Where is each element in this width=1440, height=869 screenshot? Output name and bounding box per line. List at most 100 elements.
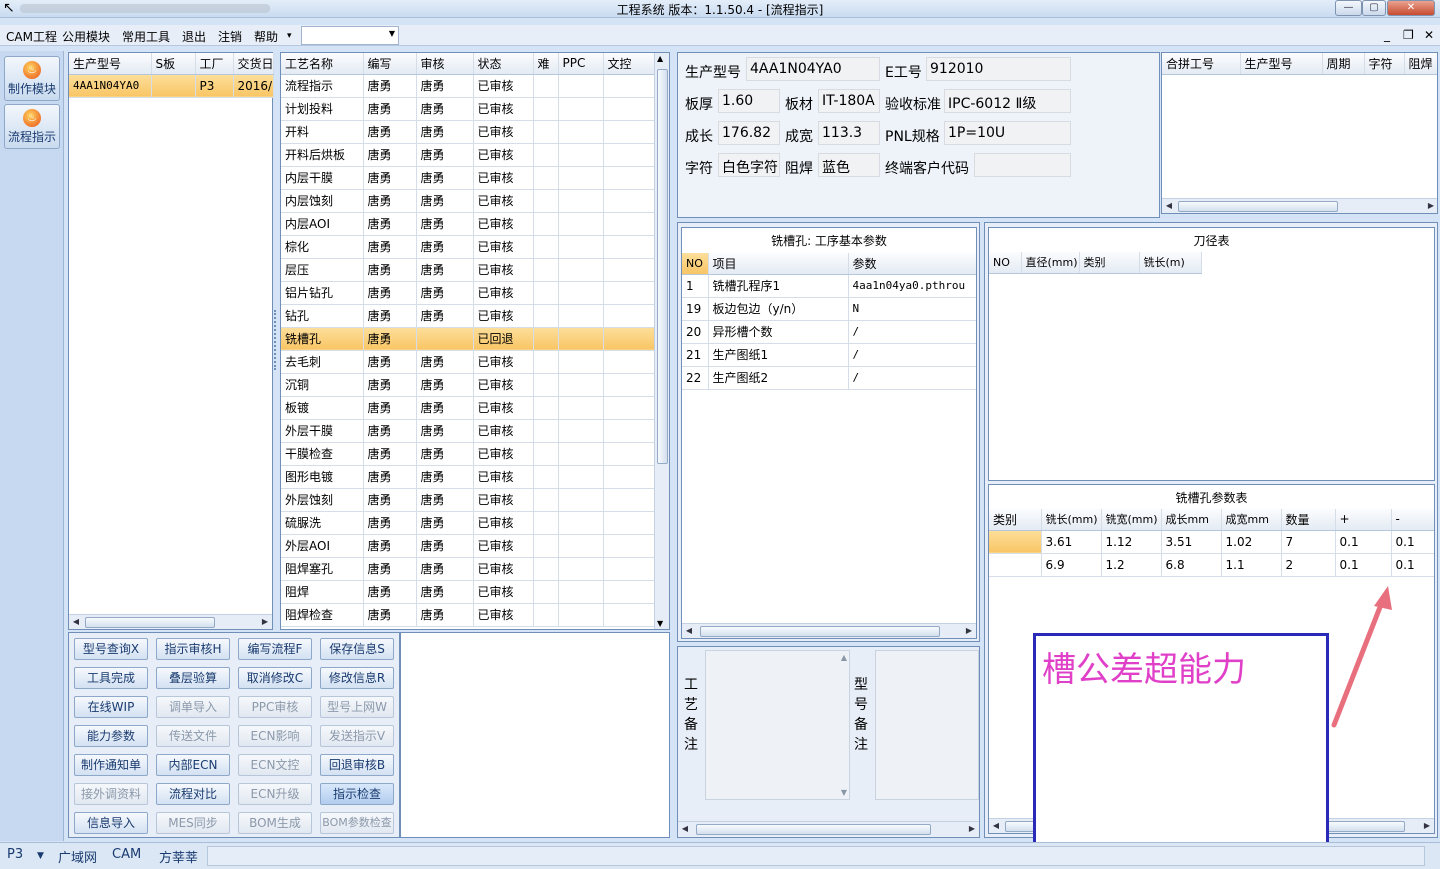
col-header[interactable]: S板 xyxy=(151,53,196,75)
col-header[interactable]: 类别 xyxy=(1079,252,1140,274)
nav-make-module[interactable]: ♨ 制作模块 xyxy=(4,56,60,101)
action-button[interactable]: 型号上网W xyxy=(320,696,394,718)
table-row[interactable]: 硫脲洗 唐勇 唐勇 已审核 xyxy=(281,511,655,535)
table-row[interactable]: 内层干膜 唐勇 唐勇 已审核 xyxy=(281,166,655,190)
scroll-thumb[interactable] xyxy=(1178,201,1338,212)
col-header[interactable]: 类别 xyxy=(989,509,1042,531)
action-button[interactable]: 调单导入 xyxy=(156,696,230,718)
table-row[interactable]: 22 生产图纸2/ xyxy=(682,366,976,390)
action-button[interactable]: 制作通知单 xyxy=(74,754,148,776)
arrow-down-icon[interactable]: ▼ xyxy=(841,788,847,797)
wid-field[interactable]: 113.3 xyxy=(818,121,880,145)
arrow-left-icon[interactable]: ◀ xyxy=(682,624,696,638)
table-row[interactable]: 外层干膜 唐勇 唐勇 已审核 xyxy=(281,419,655,443)
action-button[interactable]: BOM生成 xyxy=(238,812,312,834)
scroll-thumb[interactable] xyxy=(696,824,931,835)
action-button[interactable]: 信息导入 xyxy=(74,812,148,834)
col-header[interactable]: 项目 xyxy=(708,253,849,275)
col-header[interactable]: 字符 xyxy=(1364,53,1405,75)
scroll-thumb[interactable] xyxy=(657,69,668,464)
eno-field[interactable]: 912010 xyxy=(926,57,1071,81)
col-header[interactable]: 编写 xyxy=(363,53,417,75)
arrow-right-icon[interactable]: ▶ xyxy=(965,822,979,836)
menu-common[interactable]: 公用模块 xyxy=(62,28,110,45)
merge-hscroll[interactable]: ◀ ▶ xyxy=(1162,198,1437,213)
pnl-field[interactable]: 1P=10U xyxy=(944,121,1071,145)
minimize-button[interactable]: — xyxy=(1335,0,1362,16)
table-row[interactable]: 阻焊检查 唐勇 唐勇 已审核 xyxy=(281,603,655,627)
chevron-down-icon[interactable]: ▾ xyxy=(287,31,292,41)
process-remark-field[interactable]: ▲ ▼ xyxy=(705,650,850,800)
action-button[interactable]: 内部ECN xyxy=(156,754,230,776)
action-button[interactable]: 能力参数 xyxy=(74,725,148,747)
arrow-left-icon[interactable]: ◀ xyxy=(69,615,83,629)
col-header[interactable]: 参数 xyxy=(848,253,976,275)
arrow-up-icon[interactable]: ▲ xyxy=(657,54,663,63)
col-header[interactable]: 成长mm xyxy=(1161,509,1222,531)
action-button[interactable]: 回退审核B xyxy=(320,754,394,776)
table-row[interactable]: 图形电镀 唐勇 唐勇 已审核 xyxy=(281,465,655,489)
col-header[interactable]: 生产型号 xyxy=(1240,53,1323,75)
col-header[interactable]: 审核 xyxy=(416,53,474,75)
col-header[interactable]: 直径(mm) xyxy=(1021,252,1080,274)
table-row[interactable]: 干膜检查 唐勇 唐勇 已审核 xyxy=(281,442,655,466)
action-button[interactable]: 型号查询X xyxy=(74,638,148,660)
menu-combo[interactable]: ▼ xyxy=(301,26,399,45)
process-vscroll[interactable]: ▲ ▼ xyxy=(654,53,669,629)
splitter-grip[interactable] xyxy=(274,310,278,370)
arrow-left-icon[interactable]: ◀ xyxy=(989,819,1003,833)
table-row[interactable]: 19 板边包边（y/n） N xyxy=(682,297,976,321)
scroll-thumb[interactable] xyxy=(700,626,940,637)
arrow-right-icon[interactable]: ▶ xyxy=(1420,819,1434,833)
table-row[interactable]: 棕化 唐勇 唐勇 已审核 xyxy=(281,235,655,259)
col-header[interactable]: 成宽mm xyxy=(1221,509,1282,531)
col-header[interactable]: - xyxy=(1391,509,1434,531)
col-header[interactable]: 阻焊 xyxy=(1404,53,1437,75)
arrow-right-icon[interactable]: ▶ xyxy=(1424,199,1437,213)
cust-field[interactable] xyxy=(974,153,1071,177)
action-button[interactable]: 叠层验算 xyxy=(156,667,230,689)
arrow-right-icon[interactable]: ▶ xyxy=(258,615,272,629)
action-button[interactable]: 取消修改C xyxy=(238,667,312,689)
col-header[interactable]: PPC xyxy=(558,53,604,75)
col-header[interactable]: 铣长(m) xyxy=(1139,252,1202,274)
col-header[interactable]: NO xyxy=(989,252,1022,274)
col-header[interactable]: 周期 xyxy=(1322,53,1365,75)
action-button[interactable]: 接外调资料 xyxy=(74,783,148,805)
action-button[interactable]: 发送指示V xyxy=(320,725,394,747)
table-row[interactable]: 去毛刺 唐勇 唐勇 已审核 xyxy=(281,350,655,374)
col-header[interactable]: 生产型号 xyxy=(69,53,152,75)
model-remark-field[interactable] xyxy=(875,650,979,800)
action-button[interactable]: ECN影响 xyxy=(238,725,312,747)
char-field[interactable]: 白色字符 xyxy=(718,153,780,177)
table-row[interactable]: 4AA1N04YA0 P3 2016/1 xyxy=(69,74,274,98)
maximize-button[interactable]: ▢ xyxy=(1362,0,1386,16)
table-row[interactable]: 开料后烘板 唐勇 唐勇 已审核 xyxy=(281,143,655,167)
table-row[interactable]: 钻孔 唐勇 唐勇 已审核 xyxy=(281,304,655,328)
col-header[interactable]: + xyxy=(1335,509,1392,531)
remarks-hscroll[interactable]: ◀ ▶ xyxy=(678,821,979,836)
menu-exit[interactable]: 退出 xyxy=(182,28,206,45)
action-button[interactable]: PPC审核 xyxy=(238,696,312,718)
thick-field[interactable]: 1.60 xyxy=(718,89,780,113)
col-header[interactable]: 状态 xyxy=(473,53,534,75)
params-hscroll[interactable]: ◀ ▶ xyxy=(682,623,976,638)
menu-tools[interactable]: 常用工具 xyxy=(122,28,170,45)
table-row[interactable]: 内层蚀刻 唐勇 唐勇 已审核 xyxy=(281,189,655,213)
action-button[interactable]: ECN文控 xyxy=(238,754,312,776)
mdi-min-button[interactable]: _ xyxy=(1384,28,1390,42)
col-header[interactable]: 合拼工号 xyxy=(1162,53,1241,75)
col-header[interactable]: 交货日 xyxy=(233,53,274,75)
table-row[interactable]: 外层AOI 唐勇 唐勇 已审核 xyxy=(281,534,655,558)
action-button[interactable]: 传送文件 xyxy=(156,725,230,747)
table-row[interactable]: 阻焊 唐勇 唐勇 已审核 xyxy=(281,580,655,604)
action-button[interactable]: 修改信息R xyxy=(320,667,394,689)
chevron-down-icon[interactable]: ▼ xyxy=(37,851,44,861)
table-row[interactable]: 外层蚀刻 唐勇 唐勇 已审核 xyxy=(281,488,655,512)
col-header[interactable]: 铣宽(mm) xyxy=(1101,509,1162,531)
action-button[interactable]: ECN升级 xyxy=(238,783,312,805)
table-row[interactable]: 3.61 1.12 3.51 1.02 7 0.1 0.1 xyxy=(989,530,1434,554)
menu-help[interactable]: 帮助 xyxy=(254,28,278,45)
action-button[interactable]: 编写流程F xyxy=(238,638,312,660)
scroll-thumb[interactable] xyxy=(85,617,215,628)
